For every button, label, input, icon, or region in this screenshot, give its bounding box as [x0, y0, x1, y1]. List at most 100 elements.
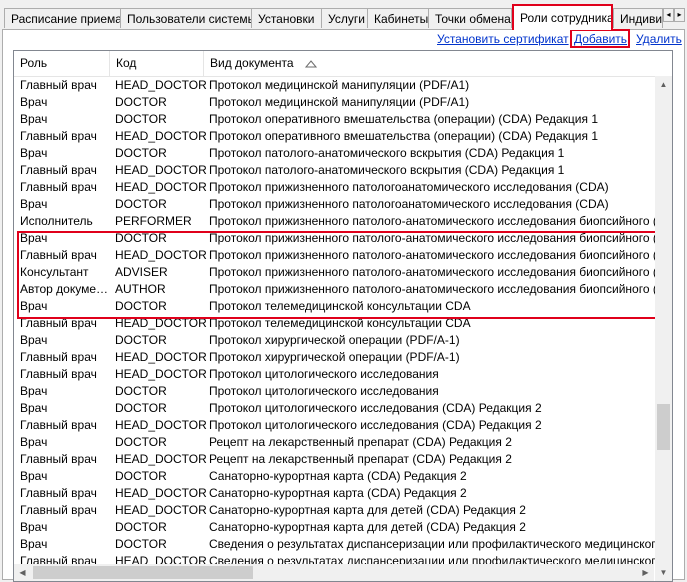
code-cell: HEAD_DOCTOR	[115, 503, 207, 517]
table-row[interactable]: Автор докумен... AUTHOR Протокол прижизнен…	[14, 281, 669, 298]
sort-ascending-icon	[304, 52, 317, 76]
table-row[interactable]: Главный врач HEAD_DOCTOR Протокол цитологи…	[14, 366, 664, 383]
scroll-right-icon[interactable]: ▶	[637, 564, 654, 581]
role-cell: Врач	[20, 435, 48, 449]
table-row[interactable]: Врач DOCTOR Протокол цитологического иссле…	[14, 383, 664, 400]
role-cell: Консультант	[20, 265, 89, 279]
tab-scroll-right-icon[interactable]: ▸	[674, 8, 685, 22]
role-cell: Исполнитель	[20, 214, 93, 228]
code-cell: AUTHOR	[115, 282, 166, 296]
tab-employee-roles[interactable]: Роли сотрудника	[512, 4, 613, 30]
column-header-code-label: Код	[116, 56, 137, 70]
table-row[interactable]: Главный врач HEAD_DOCTOR Протокол хирургич…	[14, 349, 664, 366]
table-row[interactable]: Главный врач HEAD_DOCTOR Протокол телемеди…	[14, 315, 664, 332]
table-row[interactable]: Исполнитель PERFORMER Протокол прижизненно…	[14, 213, 669, 230]
role-cell: Врач	[20, 469, 48, 483]
code-cell: HEAD_DOCTOR	[115, 452, 207, 466]
role-cell: Главный врач	[20, 180, 97, 194]
code-cell: DOCTOR	[115, 146, 167, 160]
code-cell: HEAD_DOCTOR	[115, 248, 207, 262]
tab-schedule[interactable]: Расписание приема	[4, 8, 121, 28]
role-cell: Главный врач	[20, 486, 97, 500]
table-row[interactable]: Врач DOCTOR Протокол телемедицинской консу…	[14, 298, 664, 315]
table-row[interactable]: Врач DOCTOR Санаторно-курортная карта (CDA…	[14, 468, 664, 485]
role-cell: Врач	[20, 537, 48, 551]
roles-grid: Роль Код Вид документа Главный врач HEAD_…	[13, 50, 673, 582]
tab-rooms[interactable]: Кабинеты	[367, 8, 429, 28]
vertical-scroll-thumb[interactable]	[657, 404, 670, 450]
scroll-down-icon[interactable]: ▼	[655, 564, 672, 581]
code-cell: DOCTOR	[115, 333, 167, 347]
document-type-cell: Протокол оперативного вмешательства (опе…	[209, 129, 598, 143]
scroll-left-icon[interactable]: ◀	[14, 564, 31, 581]
add-link[interactable]: Добавить	[574, 32, 627, 46]
code-cell: HEAD_DOCTOR	[115, 180, 207, 194]
tab-strip: Расписание приема Пользователи системы У…	[0, 0, 687, 30]
table-row[interactable]: Врач DOCTOR Протокол прижизненного патолог…	[14, 230, 669, 247]
code-cell: HEAD_DOCTOR	[115, 350, 207, 364]
tab-exchange-points[interactable]: Точки обмена	[428, 8, 512, 28]
role-cell: Врач	[20, 401, 48, 415]
horizontal-scroll-thumb[interactable]	[33, 566, 253, 579]
table-row[interactable]: Главный врач HEAD_DOCTOR Протокол медицинс…	[14, 77, 664, 94]
tab-settings[interactable]: Установки	[251, 8, 322, 28]
code-cell: HEAD_DOCTOR	[115, 163, 207, 177]
scroll-up-icon[interactable]: ▲	[655, 76, 672, 93]
tab-scroll-left-icon[interactable]: ◂	[663, 8, 674, 22]
vertical-scrollbar[interactable]: ▲ ▼	[655, 76, 672, 581]
column-header-role[interactable]: Роль	[14, 51, 110, 76]
table-row[interactable]: Главный врач HEAD_DOCTOR Протокол прижизне…	[14, 179, 664, 196]
table-row[interactable]: Врач DOCTOR Протокол прижизненного патолог…	[14, 196, 664, 213]
code-cell: DOCTOR	[115, 520, 167, 534]
column-header-role-label: Роль	[20, 56, 48, 70]
delete-link[interactable]: Удалить	[636, 32, 682, 46]
table-row[interactable]: Главный врач HEAD_DOCTOR Протокол патолого…	[14, 162, 664, 179]
document-type-cell: Рецепт на лекарственный препарат (CDA) Р…	[209, 435, 512, 449]
table-row[interactable]: Врач DOCTOR Протокол медицинской манипуляц…	[14, 94, 664, 111]
document-type-cell: Протокол телемедицинской консультации CD…	[209, 316, 471, 330]
column-header-code[interactable]: Код	[110, 51, 204, 76]
code-cell: DOCTOR	[115, 112, 167, 126]
role-cell: Главный врач	[20, 78, 97, 92]
document-type-cell: Протокол медицинской манипуляции (PDF/A1…	[209, 95, 470, 109]
table-row[interactable]: Главный врач HEAD_DOCTOR Рецепт на лекарст…	[14, 451, 664, 468]
set-certificate-link[interactable]: Установить сертификат	[437, 32, 569, 46]
table-row[interactable]: Врач DOCTOR Протокол цитологического иссле…	[14, 400, 664, 417]
code-cell: HEAD_DOCTOR	[115, 129, 207, 143]
document-type-cell: Протокол хирургической операции (PDF/A-1…	[209, 350, 460, 364]
tab-individual[interactable]: Индивид	[613, 8, 663, 28]
code-cell: HEAD_DOCTOR	[115, 486, 207, 500]
role-cell: Врач	[20, 520, 48, 534]
document-type-cell: Протокол прижизненного патолого-анатомич…	[209, 231, 669, 245]
role-cell: Врач	[20, 146, 48, 160]
code-cell: DOCTOR	[115, 537, 167, 551]
table-row[interactable]: Врач DOCTOR Протокол патолого-анатомическо…	[14, 145, 664, 162]
table-row[interactable]: Врач DOCTOR Протокол оперативного вмешател…	[14, 111, 664, 128]
document-type-cell: Санаторно-курортная карта для детей (CDA…	[209, 520, 526, 534]
document-type-cell: Протокол оперативного вмешательства (опе…	[209, 112, 598, 126]
table-row[interactable]: Консультант ADVISER Протокол прижизненного…	[14, 264, 669, 281]
column-header-document-type[interactable]: Вид документа	[204, 51, 670, 76]
tab-services[interactable]: Услуги	[321, 8, 368, 28]
horizontal-scrollbar[interactable]: ◀ ▶	[14, 564, 654, 581]
table-row[interactable]: Врач DOCTOR Рецепт на лекарственный препар…	[14, 434, 664, 451]
document-type-cell: Протокол патолого-анатомического вскрыти…	[209, 163, 565, 177]
table-row[interactable]: Врач DOCTOR Сведения о результатах диспанс…	[14, 536, 669, 553]
table-row[interactable]: Главный врач HEAD_DOCTOR Протокол оператив…	[14, 128, 664, 145]
document-type-cell: Рецепт на лекарственный препарат (CDA) Р…	[209, 452, 512, 466]
code-cell: DOCTOR	[115, 401, 167, 415]
code-cell: DOCTOR	[115, 197, 167, 211]
document-type-cell: Протокол цитологического исследования	[209, 384, 439, 398]
code-cell: DOCTOR	[115, 95, 167, 109]
code-cell: DOCTOR	[115, 231, 167, 245]
employee-roles-panel: Установить сертификат Добавить Удалить Р…	[2, 29, 685, 582]
table-row[interactable]: Врач DOCTOR Протокол хирургической операци…	[14, 332, 664, 349]
table-row[interactable]: Главный врач HEAD_DOCTOR Санаторно-курортн…	[14, 502, 664, 519]
table-row[interactable]: Главный врач HEAD_DOCTOR Протокол прижизне…	[14, 247, 669, 264]
table-row[interactable]: Главный врач HEAD_DOCTOR Протокол цитологи…	[14, 417, 664, 434]
role-cell: Главный врач	[20, 418, 97, 432]
table-row[interactable]: Врач DOCTOR Санаторно-курортная карта для …	[14, 519, 664, 536]
tab-system-users[interactable]: Пользователи системы	[120, 8, 252, 28]
document-type-cell: Протокол хирургической операции (PDF/A-1…	[209, 333, 460, 347]
table-row[interactable]: Главный врач HEAD_DOCTOR Санаторно-курортн…	[14, 485, 664, 502]
